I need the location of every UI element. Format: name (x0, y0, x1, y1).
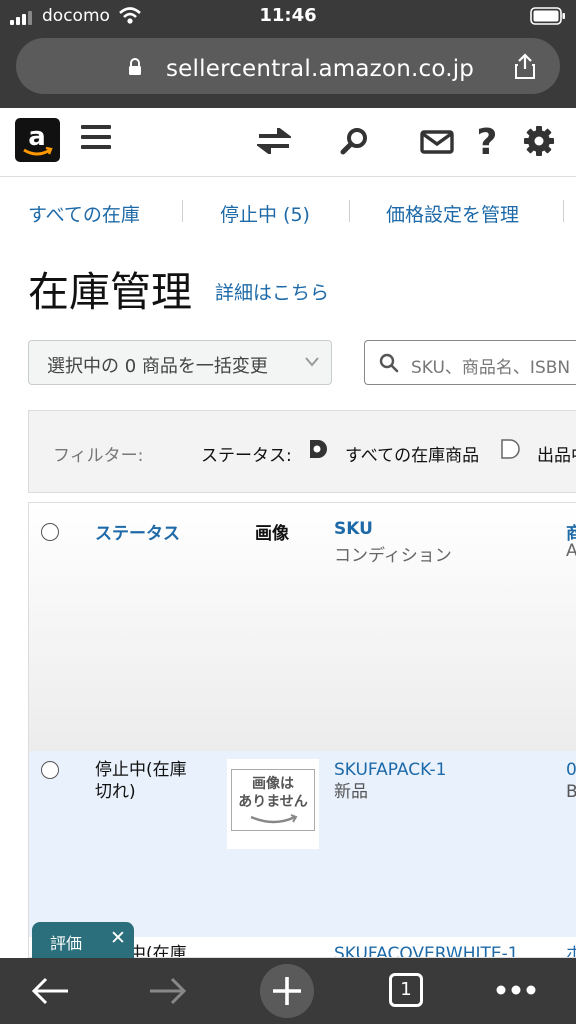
tab-switcher-button[interactable]: 1 (389, 973, 423, 1007)
inventory-table: ステータス 画像 SKU コンディション 商 A 停止中(在庫 切れ) 画像は … (28, 502, 576, 958)
share-icon[interactable] (513, 52, 537, 80)
nav-all-inventory[interactable]: すべての在庫 (28, 200, 140, 227)
filter-label: フィルター: (53, 446, 144, 466)
app-header: a ? (0, 108, 576, 177)
browser-toolbar: 1 (0, 958, 576, 1024)
nav-pricing[interactable]: 価格設定を管理 (386, 200, 519, 227)
radio-selected-icon[interactable] (307, 438, 329, 460)
forward-arrow-icon[interactable] (148, 976, 188, 1006)
row-sku-link[interactable]: SKUFACOVERWHITE-1 (334, 943, 519, 957)
feedback-chip[interactable]: 評価 ✕ (32, 922, 134, 958)
bulk-action-label: 選択中の 0 商品を一括変更 (47, 356, 268, 377)
mail-icon[interactable] (420, 130, 454, 154)
battery-icon (530, 7, 565, 25)
header-condition: コンディション (334, 546, 452, 566)
row-condition: 新品 (334, 782, 368, 802)
page-title: 在庫管理 (28, 268, 192, 316)
amazon-a-icon: a (23, 122, 53, 156)
close-icon[interactable]: ✕ (110, 927, 126, 949)
swap-arrows-icon[interactable] (257, 128, 291, 154)
chevron-down-icon (305, 357, 319, 367)
help-icon[interactable]: ? (474, 122, 500, 160)
details-link[interactable]: 詳細はこちら (215, 278, 329, 305)
amazon-logo[interactable]: a (15, 118, 60, 162)
more-menu-icon[interactable] (495, 984, 537, 996)
product-image-placeholder: 画像は ありません (227, 759, 319, 849)
search-icon (379, 353, 399, 373)
row-next-column-sub: B (566, 781, 576, 803)
header-image: 画像 (255, 524, 289, 544)
select-all-checkbox[interactable] (41, 523, 59, 541)
header-next-column-sub: A (566, 541, 576, 561)
gear-icon[interactable] (523, 125, 555, 157)
status-filter-label: ステータス: (201, 446, 292, 466)
feedback-label: 評価 (50, 934, 83, 953)
filter-option-active[interactable]: 出品中 (537, 441, 576, 466)
new-tab-button[interactable] (260, 964, 314, 1018)
url-text: sellercentral.amazon.co.jp (166, 56, 475, 82)
row-next-column[interactable]: 0 (566, 759, 576, 781)
row-next-column[interactable]: ポ (566, 943, 576, 957)
address-bar[interactable]: sellercentral.amazon.co.jp (16, 38, 560, 94)
nav-inactive[interactable]: 停止中 (5) (220, 200, 310, 227)
lock-icon (129, 58, 141, 75)
search-input[interactable]: SKU、商品名、ISBN (364, 340, 576, 385)
plus-icon (273, 977, 301, 1005)
clock: 11:46 (259, 5, 317, 26)
no-image-text: 画像は ありません (238, 776, 308, 810)
radio-unselected-icon[interactable] (499, 438, 523, 460)
search-placeholder: SKU、商品名、ISBN (411, 358, 571, 378)
row-status: 停止中(在庫 切れ) (95, 760, 187, 802)
filter-option-all[interactable]: すべての在庫商品 (345, 441, 479, 466)
nav-divider (563, 200, 564, 222)
svg-text:a: a (28, 122, 46, 152)
amazon-smile-icon (250, 814, 298, 824)
filter-bar: フィルター: ステータス: すべての在庫商品 出品中 (28, 410, 576, 493)
bulk-action-select[interactable]: 選択中の 0 商品を一括変更 (28, 340, 332, 385)
hamburger-menu-icon[interactable] (80, 123, 112, 151)
header-sku[interactable]: SKU (334, 519, 373, 539)
row-checkbox[interactable] (41, 761, 59, 779)
browser-address-area: sellercentral.amazon.co.jp (0, 32, 576, 108)
search-icon[interactable] (340, 126, 370, 156)
table-row: 停止中(在庫 切れ) 画像は ありません SKUFAPACK-1 新品 0 B (29, 751, 576, 938)
nav-divider (182, 200, 183, 222)
row-sku-link[interactable]: SKUFAPACK-1 (334, 759, 446, 781)
svg-text:?: ? (477, 122, 498, 160)
header-status[interactable]: ステータス (95, 519, 180, 544)
nav-divider (349, 200, 350, 222)
status-bar: docomo 11:46 (0, 0, 576, 32)
table-header: ステータス 画像 SKU コンディション 商 A (29, 503, 576, 752)
back-arrow-icon[interactable] (30, 976, 70, 1006)
